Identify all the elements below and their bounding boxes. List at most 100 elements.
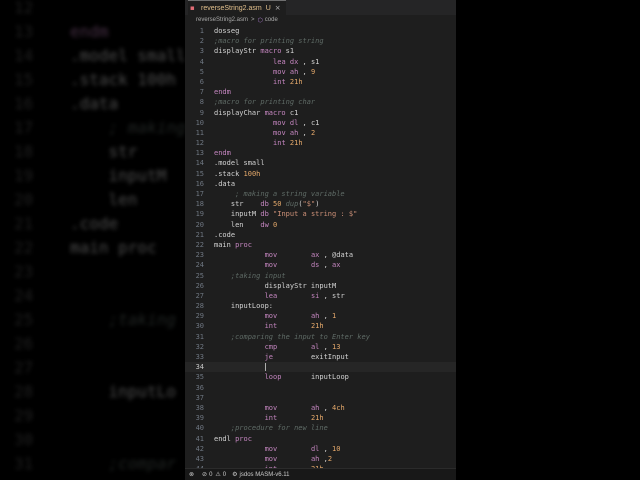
code-token: , s1 — [302, 57, 320, 66]
code-token: dl — [285, 118, 303, 127]
code-line[interactable]: 43 mov ah ,2 — [185, 454, 456, 464]
code-line[interactable]: 12 int 21h — [185, 138, 456, 148]
code-line[interactable]: 21 .code — [185, 230, 456, 240]
line-number: 19 — [195, 210, 204, 219]
code-line[interactable]: 11 mov ah , 2 — [185, 128, 456, 138]
code-line[interactable]: 23 mov ax , @data — [185, 250, 456, 260]
code-line[interactable]: 37 — [185, 393, 456, 403]
code-line[interactable]: 35 loop inputLoop — [185, 372, 456, 382]
line-text: ;taking input — [214, 271, 286, 281]
code-line[interactable]: 17 ; making a string variable — [185, 189, 456, 199]
code-line[interactable]: 42 mov dl , 10 — [185, 444, 456, 454]
tab-reversestring2[interactable]: ▪ reverseString2.asm U × — [188, 0, 286, 15]
status-bar: ⊗ ⊘ 0 ⚠ 0 ⚙ jsdos MASM-v6.11 — [185, 468, 456, 480]
code-line[interactable]: 5 mov ah , 9 — [185, 67, 456, 77]
code-line[interactable]: 3 displayStr macro s1 — [185, 46, 456, 56]
code-line[interactable]: 26 displayStr inputM — [185, 281, 456, 291]
background-dim-left — [0, 0, 185, 480]
breadcrumb-symbol[interactable]: code — [265, 17, 278, 23]
code-token: , str — [319, 291, 345, 300]
code-line[interactable]: 18 str db 50 dup("$") — [185, 199, 456, 209]
code-line[interactable]: 7 endm — [185, 87, 456, 97]
code-line[interactable]: 8 ;macro for printing char — [185, 97, 456, 107]
code-line[interactable]: 10 mov dl , c1 — [185, 118, 456, 128]
code-line[interactable]: 4 lea dx , s1 — [185, 57, 456, 67]
code-token: mov — [264, 403, 278, 412]
code-token: , — [302, 128, 311, 137]
code-token: ;procedure for new line — [214, 424, 328, 433]
masm-indicator[interactable]: ⚙ jsdos MASM-v6.11 — [232, 471, 289, 478]
code-line[interactable]: 15 .stack 100h — [185, 169, 456, 179]
line-text: inputM db "Input a string : $" — [214, 209, 357, 219]
line-text: mov ah , 4ch — [214, 403, 345, 413]
code-line[interactable]: 36 — [185, 383, 456, 393]
code-token: mov — [273, 67, 286, 76]
code-line[interactable]: 38 mov ah , 4ch — [185, 403, 456, 413]
code-token: proc — [235, 240, 252, 249]
code-line[interactable]: 22 main proc — [185, 240, 456, 250]
code-line[interactable]: 13 endm — [185, 148, 456, 158]
line-number: 39 — [195, 414, 204, 423]
code-token: displayStr — [214, 47, 261, 56]
code-line[interactable]: 34 — [185, 362, 456, 373]
code-token: dup — [285, 200, 299, 209]
code-lines[interactable]: 1 dosseg 2 ;macro for printing string 3 displ… — [185, 26, 456, 474]
code-line[interactable]: 39 int 21h — [185, 413, 456, 423]
line-number: 37 — [195, 393, 204, 402]
line-text: mov ah , 2 — [214, 128, 315, 138]
code-token: mov — [273, 128, 286, 137]
code-line[interactable]: 33 je exitInput — [185, 352, 456, 362]
code-line[interactable]: 19 inputM db "Input a string : $" — [185, 209, 456, 219]
code-line[interactable]: 40 ;procedure for new line — [185, 423, 456, 433]
line-text: cmp al , 13 — [214, 342, 341, 352]
code-line[interactable]: 16 .data — [185, 179, 456, 189]
code-line[interactable]: 28 inputLoop: — [185, 301, 456, 311]
line-text: dosseg — [214, 26, 239, 36]
code-token: 21h — [289, 77, 303, 86]
code-token: .code — [214, 230, 236, 239]
remote-indicator[interactable]: ⊗ — [189, 471, 196, 478]
code-line[interactable]: 24 mov ds , ax — [185, 260, 456, 270]
code-token: int — [264, 322, 278, 331]
code-token: 2 — [327, 454, 333, 463]
line-number: 26 — [195, 281, 204, 290]
code-line[interactable]: 27 lea si , str — [185, 291, 456, 301]
code-token: displayStr inputM — [214, 281, 337, 290]
code-line[interactable]: 9 displayChar macro c1 — [185, 108, 456, 118]
tab-filename: reverseString2.asm — [201, 4, 262, 12]
code-token: 10 — [332, 444, 341, 453]
code-line[interactable]: 30 int 21h — [185, 321, 456, 331]
code-line[interactable]: 29 mov ah , 1 — [185, 311, 456, 321]
line-number: 36 — [195, 383, 204, 392]
code-line[interactable]: 31 ;comparing the input to Enter key — [185, 332, 456, 342]
code-line[interactable]: 1 dosseg — [185, 26, 456, 36]
line-number: 18 — [195, 200, 204, 209]
breadcrumb-file[interactable]: reverseString2.asm — [196, 17, 248, 23]
line-number: 23 — [195, 251, 204, 260]
code-token: je — [264, 353, 274, 361]
code-line[interactable]: 6 int 21h — [185, 77, 456, 87]
close-icon[interactable]: × — [275, 4, 281, 12]
code-line[interactable]: 32 cmp al , 13 — [185, 342, 456, 352]
line-text: main proc — [214, 240, 252, 250]
line-text: .data — [214, 179, 235, 189]
code-line[interactable]: 2 ;macro for printing string — [185, 36, 456, 46]
gear-icon: ⚙ — [232, 471, 238, 478]
line-number: 43 — [195, 454, 204, 463]
code-line[interactable]: 20 len dw 0 — [185, 220, 456, 230]
code-line[interactable]: 14 .model small — [185, 158, 456, 168]
problems-indicator[interactable]: ⊘ 0 ⚠ 0 — [202, 471, 226, 478]
line-number: 3 — [199, 47, 204, 56]
code-line[interactable]: 25 ;taking input — [185, 271, 456, 281]
code-line[interactable]: 41 endl proc — [185, 434, 456, 444]
code-token: , — [319, 403, 333, 412]
line-text: mov ds , ax — [214, 260, 341, 270]
